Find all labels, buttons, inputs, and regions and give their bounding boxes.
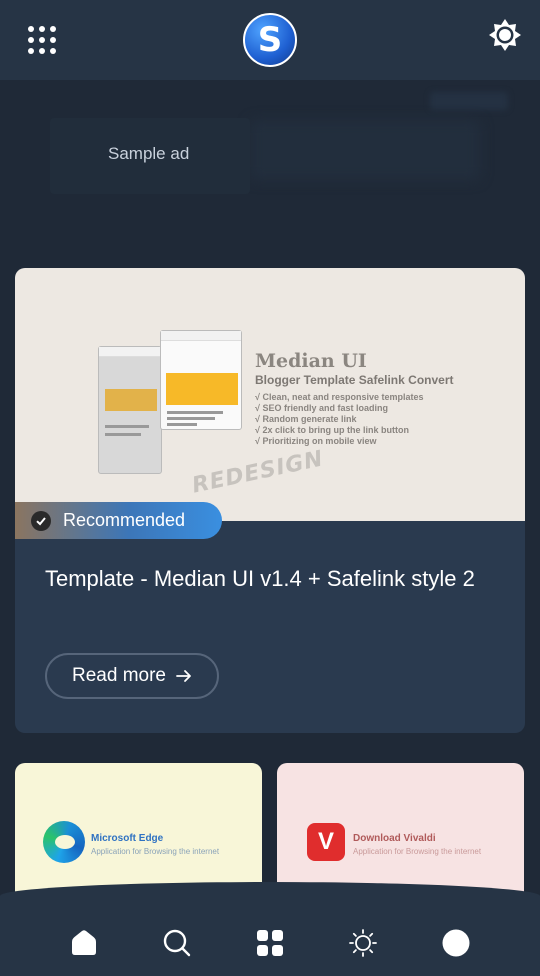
arrow-right-icon [176,670,191,682]
grid-dots-icon[interactable] [28,26,56,54]
feature-item: √ Prioritizing on mobile view [255,436,377,446]
site-logo[interactable]: S [243,13,297,67]
featured-post-card[interactable]: Median UI Blogger Template Safelink Conv… [15,268,525,733]
card-title: Microsoft Edge [91,833,164,844]
card-subtitle: Application for Browsing the internet [91,847,220,856]
redesign-stamp: REDESIGN [189,446,326,499]
feature-item: √ Clean, neat and responsive templates [255,392,424,402]
post-title[interactable]: Template - Median UI v1.4 + Safelink sty… [45,564,485,594]
home-icon[interactable] [69,928,99,958]
vivaldi-logo-icon: V [307,823,345,861]
feature-item: √ SEO friendly and fast loading [255,403,388,413]
badge-label: Recommended [63,510,186,530]
phone-mockup-back [98,346,162,474]
card-title: Download Vivaldi [353,833,436,844]
read-more-button[interactable]: Read more [45,653,219,699]
feature-item: √ 2x click to bring up the link button [255,425,409,435]
sun-icon[interactable] [348,928,378,958]
edge-logo-icon [43,821,85,863]
feature-item: √ Random generate link [255,414,357,424]
bottom-navigation [0,882,540,976]
thumbnail-title: Median UI [255,350,367,372]
post-thumbnail[interactable]: Median UI Blogger Template Safelink Conv… [15,268,525,521]
safelink-s-logo-icon: S [257,20,283,60]
phone-mockup-front [160,330,242,430]
feature-list: √ Clean, neat and responsive templates √… [255,392,424,447]
profile-circle-icon[interactable] [441,928,471,958]
brightness-icon[interactable] [488,18,522,52]
thumbnail-subtitle: Blogger Template Safelink Convert [255,373,454,387]
ad-slot: Sample ad [0,80,540,240]
ad-placeholder-shape [430,92,508,110]
search-icon[interactable] [162,928,192,958]
read-more-label: Read more [72,665,166,686]
ad-label: Sample ad [108,144,190,163]
ad-placeholder-shape [250,120,480,180]
recommended-badge: Recommended [15,502,222,539]
card-subtitle: Application for Browsing the internet [353,847,482,856]
verified-check-icon [31,510,51,531]
top-app-bar: S [0,0,540,80]
apps-grid-icon[interactable] [255,928,285,958]
